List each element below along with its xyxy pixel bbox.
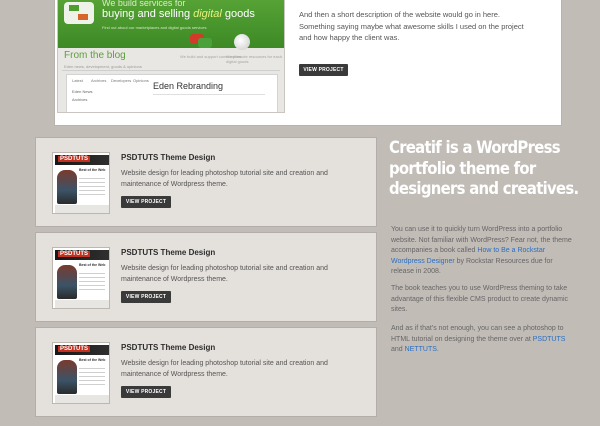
nettuts-link[interactable]: NETTUTS <box>405 346 437 353</box>
divider <box>153 94 265 95</box>
featured-screenshot[interactable]: We build services for buying and selling… <box>57 0 285 113</box>
thumbnail-header: PSDTUTS <box>55 155 109 165</box>
screenshot-header: We build services for buying and selling… <box>58 0 284 48</box>
project-thumbnail[interactable]: PSDTUTS Best of the Web <box>52 247 110 309</box>
thumbnail-footer <box>55 395 109 403</box>
screenshot-header-sub: Find out about our marketplaces and digi… <box>102 25 207 30</box>
screenshot-tab: Opinions <box>133 78 149 83</box>
featured-description: And then a short description of the webs… <box>299 10 524 42</box>
thumbnail-text-lines <box>79 365 105 387</box>
project-card: PSDTUTS Best of the Web PSDTUTS Theme De… <box>35 232 377 322</box>
screenshot-archive-label: Archives <box>72 97 88 102</box>
thumbnail-header: PSDTUTS <box>55 345 109 355</box>
project-thumbnail[interactable]: PSDTUTS Best of the Web <box>52 342 110 404</box>
screenshot-feature-b: We promote resources for each digital go… <box>226 54 282 64</box>
psdtuts-logo: PSDTUTS <box>58 156 91 162</box>
screenshot-header-title: buying and selling digital goods <box>102 8 255 20</box>
intro-paragraph: You can use it to quickly turn WordPress… <box>391 226 572 275</box>
thumbnail-text-lines <box>79 270 105 292</box>
screenshot-tab: Archives <box>91 78 107 83</box>
screenshot-news-label: Eden News <box>72 89 93 94</box>
thumbnail-photo <box>57 265 77 299</box>
ball-icon <box>234 34 250 50</box>
theme-tagline: Creatif is a WordPress portfolio theme f… <box>389 138 579 198</box>
screenshot-tab: Latest <box>72 78 83 83</box>
book-paragraph: The book teaches you to use WordPress th… <box>391 285 569 313</box>
project-description: Website design for leading photoshop tut… <box>121 265 328 283</box>
project-card: PSDTUTS Best of the Web PSDTUTS Theme De… <box>35 327 377 417</box>
screenshot-blog-sub: Eden news, development, goods & opinions <box>64 64 142 69</box>
view-project-button[interactable]: VIEW PROJECT <box>299 64 348 76</box>
psdtuts-logo: PSDTUTS <box>58 251 91 257</box>
thumbnail-title: Best of the Web <box>79 263 106 267</box>
thumbnail-photo <box>57 360 77 394</box>
screenshot-header-small: We build services for <box>102 0 186 8</box>
project-thumbnail[interactable]: PSDTUTS Best of the Web <box>52 152 110 214</box>
project-description: Website design for leading photoshop tut… <box>121 170 328 188</box>
featured-project: We build services for buying and selling… <box>54 0 562 126</box>
project-title: PSDTUTS Theme Design <box>121 153 216 162</box>
thumbnail-header: PSDTUTS <box>55 250 109 260</box>
thumbnail-text-lines <box>79 175 105 197</box>
view-project-button[interactable]: VIEW PROJECT <box>121 386 171 398</box>
project-description: Website design for leading photoshop tut… <box>121 360 328 378</box>
view-project-button[interactable]: VIEW PROJECT <box>121 196 171 208</box>
project-title: PSDTUTS Theme Design <box>121 248 216 257</box>
screenshot-tab: Developers <box>111 78 132 83</box>
thumbnail-photo <box>57 170 77 204</box>
psdtuts-logo: PSDTUTS <box>58 346 91 352</box>
tutorial-paragraph: And as if that's not enough, you can see… <box>391 325 566 353</box>
thumbnail-title: Best of the Web <box>79 358 106 362</box>
project-title: PSDTUTS Theme Design <box>121 343 216 352</box>
divider <box>62 70 280 71</box>
thumbnail-footer <box>55 205 109 213</box>
screenshot-article-panel: Latest Archives Developers Opinions Eden… <box>66 74 278 112</box>
screenshot-blog-heading: From the blog <box>64 50 126 61</box>
project-card: PSDTUTS Best of the Web PSDTUTS Theme De… <box>35 137 377 227</box>
thumbnail-title: Best of the Web <box>79 168 106 172</box>
view-project-button[interactable]: VIEW PROJECT <box>121 291 171 303</box>
screenshot-article-title: Eden Rebranding <box>153 81 224 91</box>
chat-bubble-icon <box>198 38 212 48</box>
marketplace-logo-icon <box>64 2 94 24</box>
psdtuts-link[interactable]: PSDTUTS <box>533 336 566 343</box>
thumbnail-footer <box>55 300 109 308</box>
